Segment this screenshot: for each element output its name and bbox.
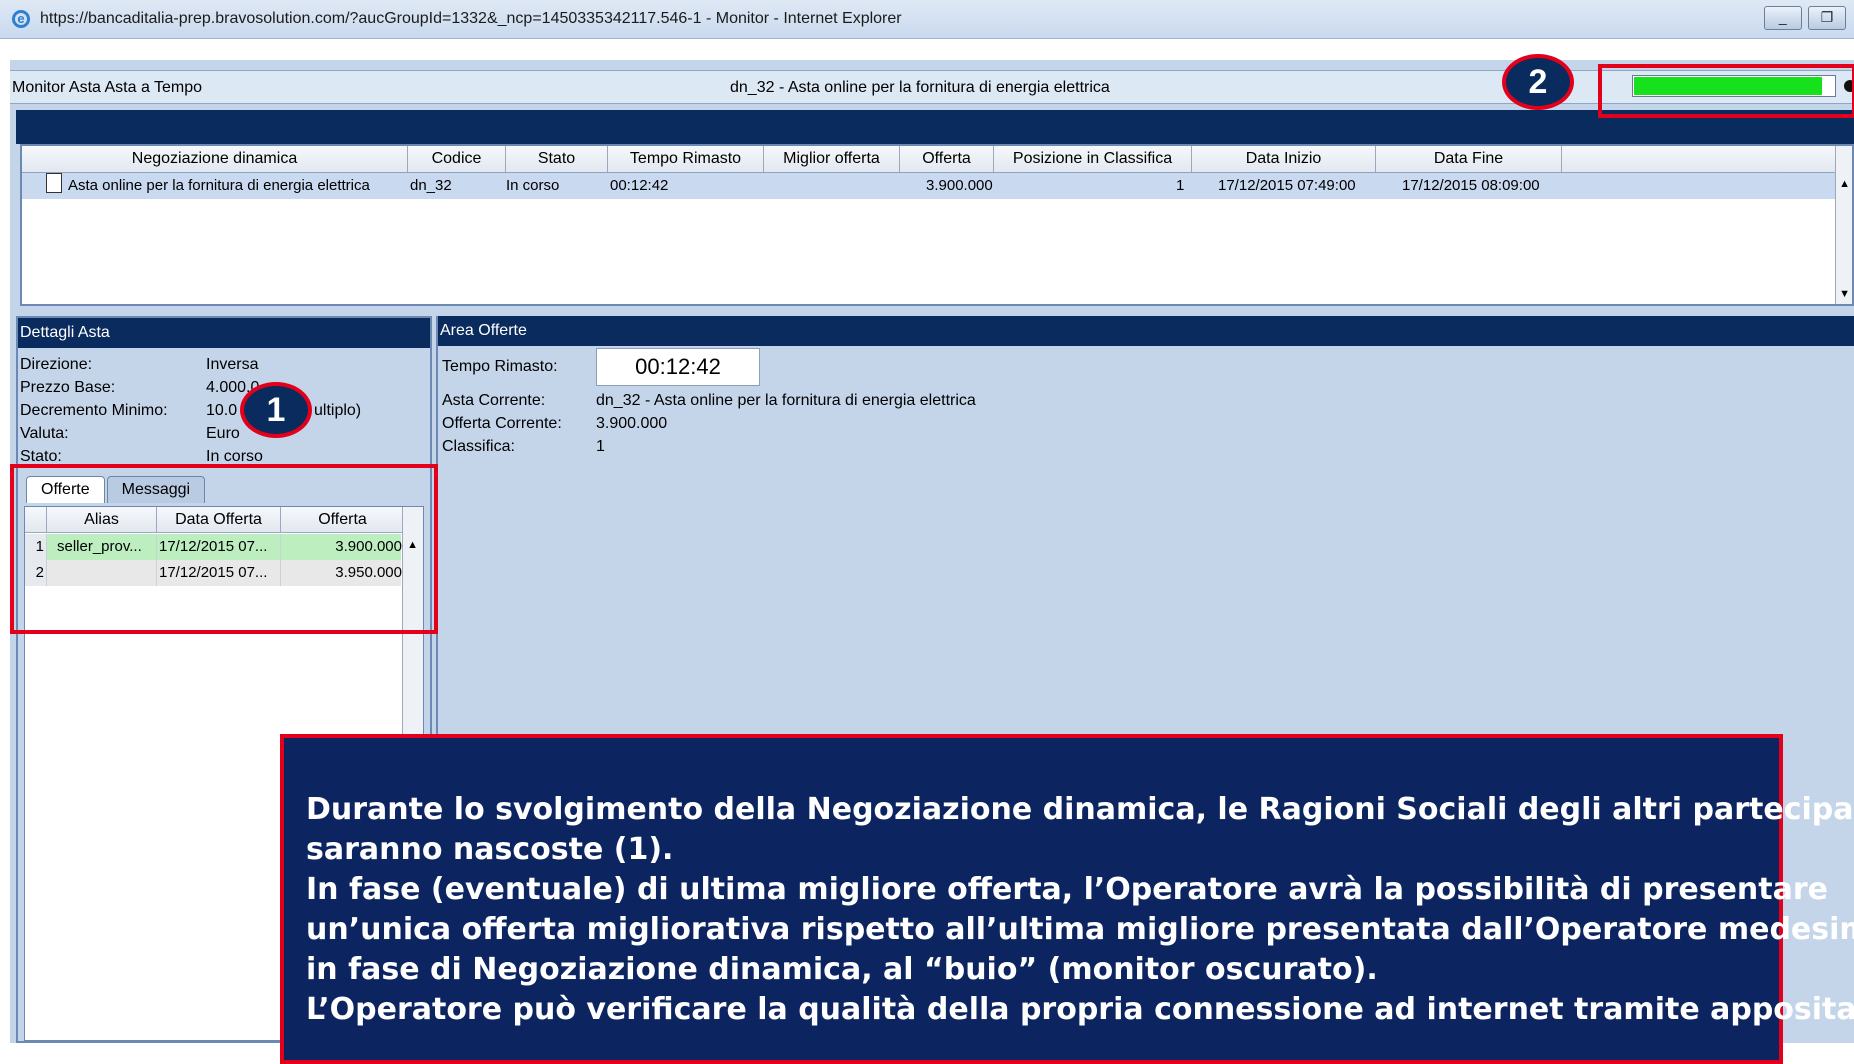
col-tempo-rimasto[interactable]: Tempo Rimasto	[608, 146, 764, 172]
valuta-label: Valuta:	[20, 425, 69, 442]
cell-data-inizio: 17/12/2015 07:49:00	[1218, 177, 1356, 194]
prezzo-base-label: Prezzo Base:	[20, 379, 116, 396]
asta-corrente-label: Asta Corrente:	[442, 392, 546, 409]
scroll-down-icon[interactable]: ▼	[1839, 288, 1850, 300]
restore-button[interactable]: ❐	[1808, 6, 1846, 30]
monitor-header: Monitor Asta Asta a Tempo dn_32 - Asta o…	[10, 70, 1854, 104]
annotation-badge-1: 1	[240, 382, 312, 438]
offers-highlight-box	[10, 464, 438, 634]
cell-stato: In corso	[506, 177, 560, 194]
tempo-rimasto-label: Tempo Rimasto:	[442, 358, 558, 375]
dettagli-header: Dettagli Asta	[18, 318, 430, 348]
area-offerte-header: Area Offerte	[438, 316, 1854, 346]
minimize-button[interactable]: _	[1763, 6, 1802, 30]
countdown-timer: 00:12:42	[596, 348, 760, 386]
classifica-value: 1	[596, 438, 605, 455]
decremento-label: Decremento Minimo:	[20, 402, 168, 419]
cell-negoziazione: Asta online per la fornitura di energia …	[46, 173, 370, 199]
cell-tempo: 00:12:42	[610, 177, 669, 194]
classifica-label: Classifica:	[442, 438, 515, 455]
col-stato[interactable]: Stato	[506, 146, 608, 172]
auction-title: dn_32 - Asta online per la fornitura di …	[730, 79, 1110, 96]
asta-corrente-value: dn_32 - Asta online per la fornitura di …	[596, 392, 976, 409]
document-icon	[46, 173, 62, 193]
monitor-type-label: Monitor Asta Asta a Tempo	[12, 79, 203, 96]
annotation-badge-2: 2	[1502, 54, 1574, 110]
window-title: https://bancaditalia-prep.bravosolution.…	[40, 10, 902, 27]
note-line: Durante lo svolgimento della Negoziazion…	[306, 792, 1854, 827]
cell-codice: dn_32	[410, 177, 452, 194]
note-line: In fase (eventuale) di ultima migliore o…	[306, 872, 1829, 907]
valuta-value: Euro	[206, 425, 240, 442]
offerta-corrente-label: Offerta Corrente:	[442, 415, 562, 432]
table-row[interactable]: Asta online per la fornitura di energia …	[22, 173, 1838, 199]
window-controls: _ ❐	[1762, 6, 1846, 30]
auctions-table-header: Negoziazione dinamica Codice Stato Tempo…	[22, 146, 1852, 173]
note-line: saranno nascoste (1).	[306, 832, 674, 867]
auctions-scrollbar[interactable]: ▲ ▼	[1835, 146, 1852, 304]
col-codice[interactable]: Codice	[408, 146, 506, 172]
cell-offerta: 3.900.000	[926, 177, 993, 194]
col-offerta[interactable]: Offerta	[900, 146, 994, 172]
col-miglior-offerta[interactable]: Miglior offerta	[764, 146, 900, 172]
decremento-value: 10.0	[206, 402, 238, 419]
explanation-text: Durante lo svolgimento della Negoziazion…	[306, 790, 1854, 1030]
internet-explorer-icon: e	[12, 10, 30, 28]
note-line: un’unica offerta migliorativa rispetto a…	[306, 912, 1854, 947]
col-data-fine[interactable]: Data Fine	[1376, 146, 1562, 172]
note-line: in fase di Negoziazione dinamica, al “bu…	[306, 952, 1378, 987]
decremento-suffix: ultiplo)	[314, 402, 362, 419]
window-title-bar: e https://bancaditalia-prep.bravosolutio…	[0, 0, 1854, 39]
auctions-table: Negoziazione dinamica Codice Stato Tempo…	[20, 144, 1854, 306]
cell-data-fine: 17/12/2015 08:09:00	[1402, 177, 1540, 194]
toolbar-band	[16, 110, 1854, 144]
cell-negoziazione-text: Asta online per la fornitura di energia …	[68, 177, 370, 194]
scroll-up-icon[interactable]: ▲	[1839, 178, 1850, 190]
offerta-corrente-value: 3.900.000	[596, 415, 668, 432]
cell-posizione: 1	[1176, 177, 1185, 194]
col-negoziazione[interactable]: Negoziazione dinamica	[22, 146, 408, 172]
explanation-callout: Durante lo svolgimento della Negoziazion…	[280, 734, 1854, 1064]
col-data-inizio[interactable]: Data Inizio	[1192, 146, 1376, 172]
direzione-value: Inversa	[206, 356, 259, 373]
connection-highlight-box	[1598, 64, 1854, 118]
direzione-label: Direzione:	[20, 356, 93, 373]
note-line: L’Operatore può verificare la qualità de…	[306, 992, 1854, 1027]
col-posizione[interactable]: Posizione in Classifica	[994, 146, 1192, 172]
